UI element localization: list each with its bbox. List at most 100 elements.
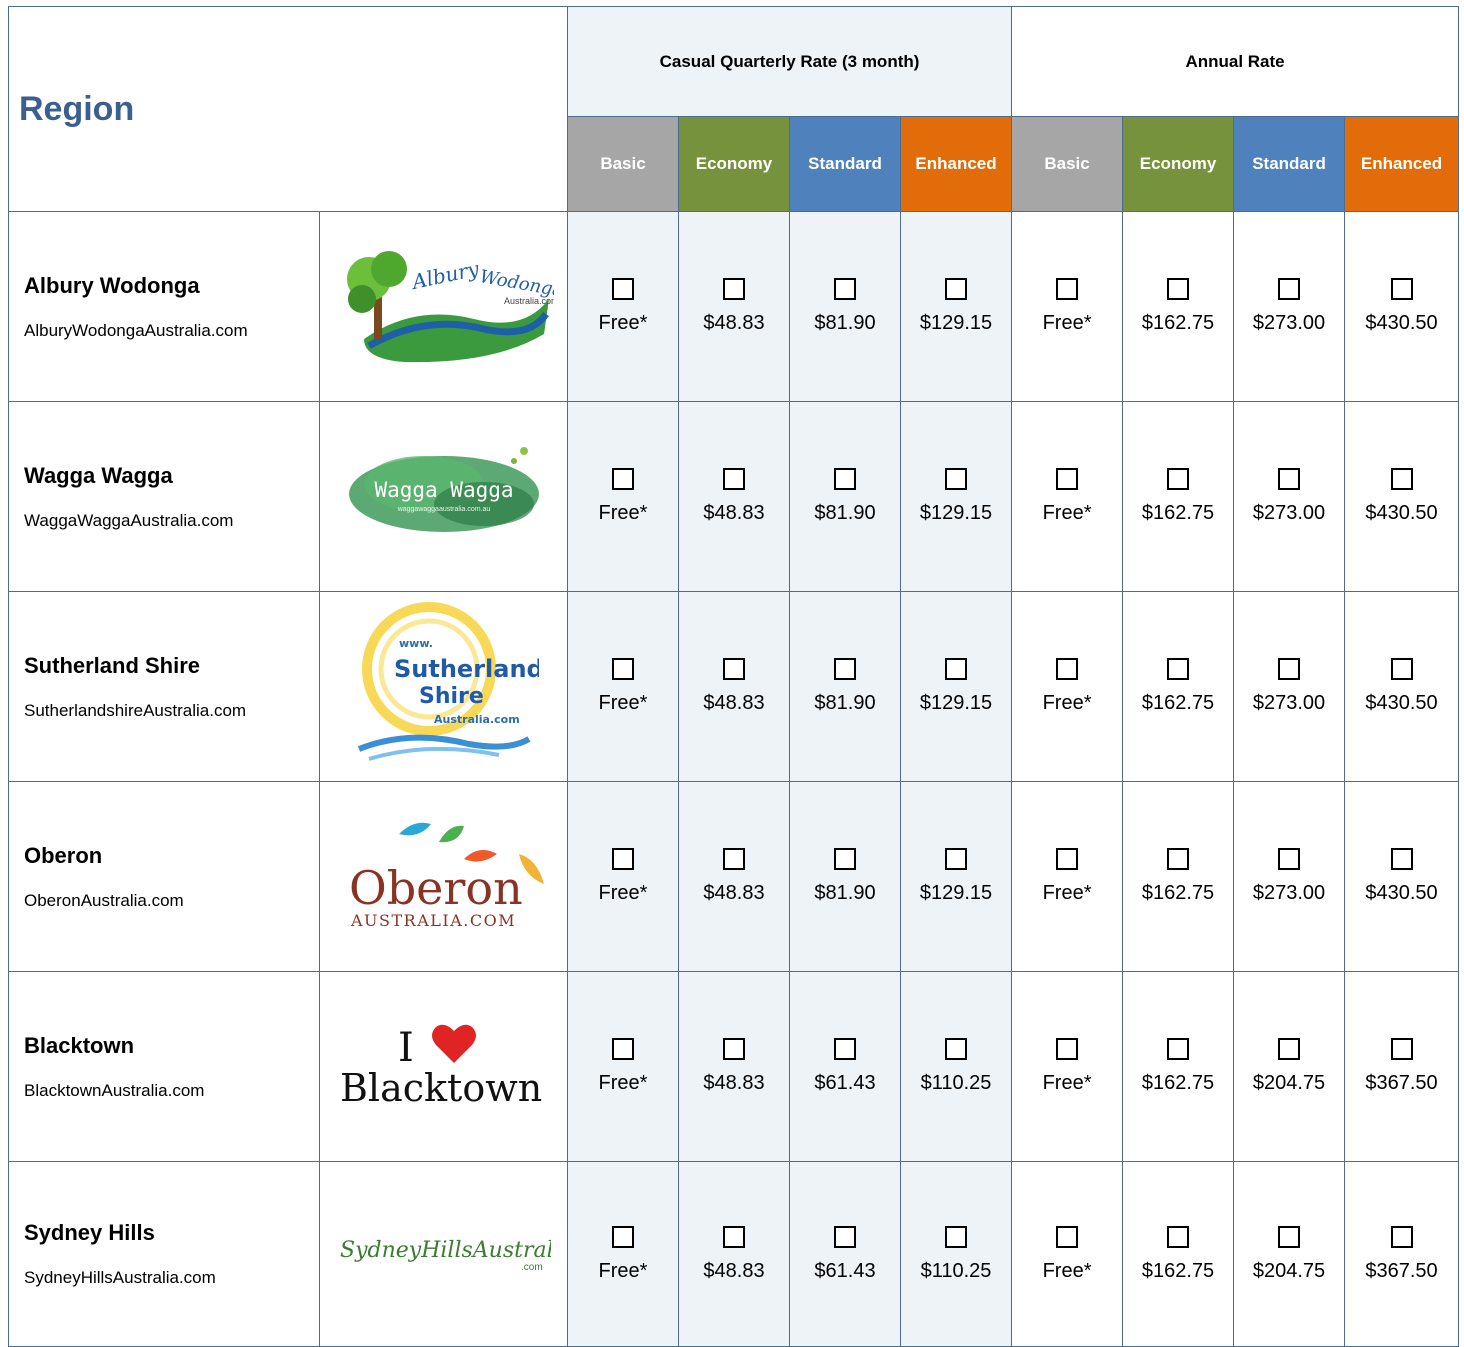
- quarterly-economy-checkbox[interactable]: [723, 658, 745, 680]
- annual-basic-rate-cell: Free*: [1011, 401, 1124, 592]
- region-name: Wagga Wagga: [24, 462, 173, 488]
- quarterly-basic-checkbox[interactable]: [612, 1225, 634, 1248]
- annual-enhanced-checkbox[interactable]: [1390, 1038, 1413, 1060]
- annual-standard-checkbox[interactable]: [1278, 468, 1301, 490]
- annual-basic-rate-cell: Free*: [1011, 211, 1124, 402]
- annual-standard-header: Standard: [1233, 116, 1346, 212]
- quarterly-enhanced-rate-cell: $110.25: [899, 1161, 1013, 1347]
- quarterly-basic-checkbox[interactable]: [612, 278, 634, 300]
- quarterly-basic-checkbox[interactable]: [612, 658, 634, 680]
- region-cell: Albury Wodonga AlburyWodongaAustralia.com: [8, 211, 320, 402]
- annual-enhanced-header: Enhanced: [1344, 116, 1460, 212]
- annual-economy-checkbox[interactable]: [1167, 848, 1190, 870]
- svg-text:Australia.com: Australia.com: [504, 296, 554, 306]
- annual-standard-checkbox[interactable]: [1278, 1225, 1301, 1248]
- blacktown-logo: I Blacktown: [340, 1024, 542, 1110]
- quarterly-enhanced-rate-cell: $129.15: [899, 781, 1013, 972]
- annual-economy-checkbox[interactable]: [1167, 468, 1190, 490]
- quarterly-economy-price: $48.83: [703, 1072, 765, 1094]
- quarterly-economy-checkbox[interactable]: [723, 278, 745, 300]
- annual-basic-checkbox[interactable]: [1056, 1225, 1079, 1248]
- quarterly-standard-rate-cell: $61.43: [789, 971, 901, 1162]
- annual-standard-price: $204.75: [1252, 1259, 1326, 1282]
- quarterly-economy-checkbox[interactable]: [723, 1038, 745, 1060]
- annual-basic-price: Free*: [1042, 1259, 1092, 1282]
- quarterly-economy-header: Economy: [678, 116, 790, 212]
- quarterly-basic-price: Free*: [598, 1072, 648, 1094]
- annual-enhanced-price: $367.50: [1365, 1259, 1438, 1282]
- quarterly-standard-checkbox[interactable]: [834, 848, 856, 870]
- quarterly-standard-checkbox[interactable]: [834, 658, 856, 680]
- annual-enhanced-rate-cell: $430.50: [1344, 211, 1460, 402]
- annual-basic-rate-cell: Free*: [1011, 781, 1124, 972]
- annual-enhanced-checkbox[interactable]: [1390, 658, 1413, 680]
- quarterly-standard-checkbox[interactable]: [834, 468, 856, 490]
- annual-economy-checkbox[interactable]: [1167, 278, 1190, 300]
- svg-text:Shire: Shire: [419, 684, 484, 709]
- annual-basic-checkbox[interactable]: [1056, 1038, 1079, 1060]
- quarterly-economy-price: $48.83: [703, 502, 765, 524]
- quarterly-economy-checkbox[interactable]: [723, 1225, 745, 1248]
- quarterly-enhanced-checkbox[interactable]: [945, 468, 968, 490]
- annual-standard-checkbox[interactable]: [1278, 848, 1301, 870]
- quarterly-standard-checkbox[interactable]: [834, 1038, 856, 1060]
- quarterly-basic-checkbox[interactable]: [612, 468, 634, 490]
- annual-enhanced-checkbox[interactable]: [1390, 1225, 1413, 1248]
- quarterly-basic-price: Free*: [598, 692, 648, 714]
- annual-basic-price: Free*: [1042, 1072, 1092, 1094]
- annual-enhanced-rate-cell: $430.50: [1344, 781, 1460, 972]
- annual-enhanced-checkbox[interactable]: [1390, 278, 1413, 300]
- quarterly-economy-checkbox[interactable]: [723, 848, 745, 870]
- table-row: Albury Wodonga AlburyWodongaAustralia.com…: [8, 211, 1460, 402]
- annual-standard-rate-cell: $204.75: [1233, 971, 1346, 1162]
- annual-basic-price: Free*: [1042, 882, 1092, 904]
- quarterly-standard-checkbox[interactable]: [834, 278, 856, 300]
- region-logo-cell: Oberon AUSTRALIA.COM: [319, 781, 568, 972]
- quarterly-enhanced-checkbox[interactable]: [945, 848, 968, 870]
- annual-enhanced-rate-cell: $430.50: [1344, 591, 1460, 782]
- quarterly-basic-price: Free*: [598, 1259, 648, 1282]
- annual-standard-checkbox[interactable]: [1278, 658, 1301, 680]
- svg-text:AUSTRALIA.COM: AUSTRALIA.COM: [350, 911, 516, 930]
- annual-basic-rate-cell: Free*: [1011, 591, 1124, 782]
- annual-enhanced-price: $430.50: [1365, 692, 1438, 714]
- quarterly-standard-rate-cell: $81.90: [789, 211, 901, 402]
- rates-table: Region Casual Quarterly Rate (3 month) A…: [8, 6, 1460, 1347]
- annual-enhanced-checkbox[interactable]: [1390, 848, 1413, 870]
- quarterly-enhanced-checkbox[interactable]: [945, 278, 968, 300]
- quarterly-standard-price: $81.90: [814, 692, 876, 714]
- quarterly-enhanced-checkbox[interactable]: [945, 658, 968, 680]
- quarterly-enhanced-checkbox[interactable]: [945, 1225, 968, 1248]
- annual-standard-checkbox[interactable]: [1278, 278, 1301, 300]
- annual-economy-checkbox[interactable]: [1167, 1225, 1190, 1248]
- region-name: Sydney Hills: [24, 1220, 155, 1245]
- annual-basic-checkbox[interactable]: [1056, 468, 1079, 490]
- region-website: SutherlandshireAustralia.com: [24, 700, 247, 720]
- annual-economy-price: $162.75: [1141, 1259, 1215, 1282]
- annual-economy-price: $162.75: [1141, 312, 1215, 334]
- quarterly-standard-checkbox[interactable]: [834, 1225, 856, 1248]
- region-cell: Sydney Hills SydneyHillsAustralia.com: [8, 1161, 320, 1347]
- quarterly-economy-price: $48.83: [703, 1259, 765, 1282]
- region-name: Oberon: [24, 842, 103, 868]
- quarterly-basic-rate-cell: Free*: [567, 591, 679, 782]
- annual-standard-checkbox[interactable]: [1278, 1038, 1301, 1060]
- annual-economy-rate-cell: $162.75: [1122, 401, 1235, 592]
- annual-economy-checkbox[interactable]: [1167, 1038, 1190, 1060]
- annual-standard-price: $204.75: [1252, 1072, 1326, 1094]
- quarterly-economy-checkbox[interactable]: [723, 468, 745, 490]
- quarterly-basic-checkbox[interactable]: [612, 848, 634, 870]
- annual-economy-rate-cell: $162.75: [1122, 971, 1235, 1162]
- quarterly-standard-price: $81.90: [814, 882, 876, 904]
- region-website: AlburyWodongaAustralia.com: [24, 320, 248, 340]
- annual-basic-checkbox[interactable]: [1056, 848, 1079, 870]
- quarterly-economy-rate-cell: $48.83: [678, 401, 790, 592]
- quarterly-enhanced-checkbox[interactable]: [945, 1038, 968, 1060]
- annual-enhanced-checkbox[interactable]: [1390, 468, 1413, 490]
- annual-basic-checkbox[interactable]: [1056, 658, 1079, 680]
- annual-economy-checkbox[interactable]: [1167, 658, 1190, 680]
- table-row: Wagga Wagga WaggaWaggaAustralia.com Wagga…: [8, 401, 1460, 592]
- quarterly-basic-checkbox[interactable]: [612, 1038, 634, 1060]
- region-website: OberonAustralia.com: [24, 890, 184, 910]
- annual-basic-checkbox[interactable]: [1056, 278, 1079, 300]
